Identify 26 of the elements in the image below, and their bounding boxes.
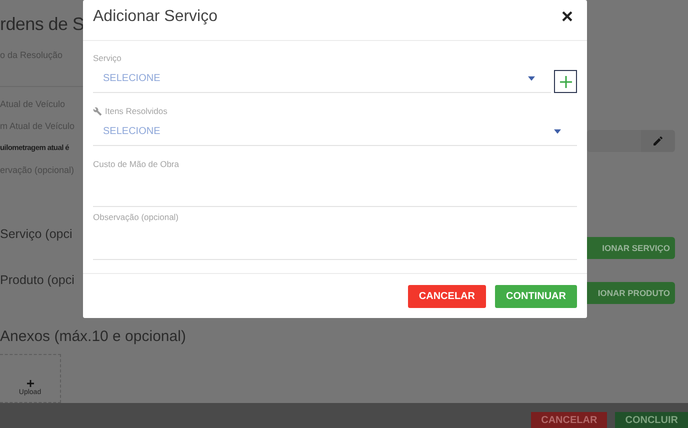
section-title: Produto (opci — [0, 273, 76, 289]
field-label: Itens Resolvidos — [105, 105, 168, 118]
close-button[interactable]: × — [561, 7, 573, 27]
caret-icon — [554, 129, 561, 134]
select-field[interactable]: SELECIONE — [93, 65, 551, 93]
field-label: Observação (opcional) — [93, 211, 180, 224]
plus-icon — [26, 380, 34, 387]
add-item-button[interactable]: IONAR SERVIÇO — [587, 237, 675, 259]
edit-button[interactable] — [641, 130, 675, 152]
add-item-button[interactable]: IONAR PRODUTO — [587, 282, 675, 304]
dialog-title: Adicionar Serviço — [93, 8, 218, 26]
confirm-button[interactable]: CONCLUIR — [615, 412, 688, 428]
add-button[interactable] — [554, 70, 577, 93]
confirm-button[interactable]: CONTINUAR — [495, 284, 577, 308]
mileage-field[interactable] — [587, 130, 641, 152]
cancel-button[interactable]: CANCELAR — [408, 284, 486, 308]
section-title: Serviço (opci — [0, 227, 74, 243]
plus-icon — [560, 76, 572, 88]
pencil-icon — [652, 135, 664, 147]
caret-icon — [528, 76, 535, 81]
page-title: rdens de S — [0, 13, 83, 36]
select-field[interactable]: SELECIONE — [93, 118, 577, 146]
field-label: Serviço — [93, 52, 122, 65]
cancel-button[interactable]: CANCELAR — [531, 412, 608, 428]
field-label: Custo de Mão de Obra — [93, 158, 180, 171]
section-title: Anexos (máx.10 e opcional) — [0, 327, 187, 347]
